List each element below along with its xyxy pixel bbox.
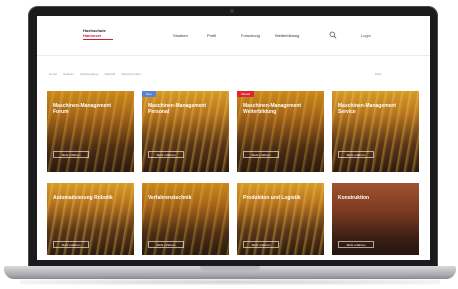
card-title: Maschinen-Management Forum bbox=[53, 103, 112, 115]
card-button[interactable]: Mehr erfahren bbox=[338, 241, 374, 248]
breadcrumb-item[interactable]: Studium bbox=[63, 72, 74, 76]
program-card[interactable]: Verfahrenstechnik Mehr erfahren bbox=[142, 183, 229, 255]
laptop-shadow bbox=[20, 279, 440, 285]
breadcrumb-item: Maschinenbau bbox=[121, 72, 141, 76]
nav-item-forschung[interactable]: Forschung bbox=[241, 33, 275, 38]
nav-item-studium[interactable]: Studium bbox=[173, 33, 207, 38]
search-icon[interactable] bbox=[329, 31, 337, 39]
breadcrumb-item[interactable]: Fakultät bbox=[105, 72, 116, 76]
nav-item-profil[interactable]: Profil bbox=[207, 33, 241, 38]
program-card[interactable]: Konstruktion Mehr erfahren bbox=[332, 183, 419, 255]
card-button[interactable]: Mehr erfahren bbox=[243, 151, 279, 158]
card-badge: Aktuell bbox=[237, 91, 255, 97]
card-badge: Neu bbox=[142, 91, 156, 97]
program-card[interactable]: Automatisierung Robotik Mehr erfahren bbox=[47, 183, 134, 255]
card-button[interactable]: Mehr erfahren bbox=[338, 151, 374, 158]
program-card[interactable]: Aktuell Maschinen-Management Weiterbildu… bbox=[237, 91, 324, 172]
card-title: Automatisierung Robotik bbox=[53, 195, 113, 201]
program-card[interactable]: Produktion und Logistik Mehr erfahren bbox=[237, 183, 324, 255]
card-title: Produktion und Logistik bbox=[243, 195, 301, 201]
breadcrumb-item[interactable]: Studiengänge bbox=[80, 72, 99, 76]
filter-link[interactable]: Filter bbox=[375, 72, 382, 76]
card-button[interactable]: Mehr erfahren bbox=[53, 241, 89, 248]
laptop-base bbox=[4, 266, 456, 279]
card-title: Verfahrenstechnik bbox=[148, 195, 192, 201]
program-card[interactable]: Maschinen-Management Service Mehr erfahr… bbox=[332, 91, 419, 172]
logo-line2: Hannover bbox=[83, 33, 102, 38]
card-title: Konstruktion bbox=[338, 195, 370, 201]
card-button[interactable]: Mehr erfahren bbox=[148, 151, 184, 158]
card-title: Maschinen-Management Personal bbox=[148, 103, 207, 115]
card-button[interactable]: Mehr erfahren bbox=[243, 241, 279, 248]
card-title: Maschinen-Management Service bbox=[338, 103, 397, 115]
site-logo[interactable]: Hochschule Hannover bbox=[83, 28, 123, 44]
site-header: Hochschule Hannover Studium Profil Forsc… bbox=[37, 16, 430, 56]
breadcrumb: Home Studium Studiengänge Fakultät Masch… bbox=[49, 72, 141, 76]
screen: Hochschule Hannover Studium Profil Forsc… bbox=[37, 16, 430, 260]
breadcrumb-item[interactable]: Home bbox=[49, 72, 57, 76]
login-link[interactable]: Login bbox=[361, 33, 371, 38]
laptop-notch bbox=[200, 266, 260, 271]
nav-item-weiterbildung[interactable]: Weiterbildung bbox=[275, 33, 309, 38]
program-card[interactable]: Neu Maschinen-Management Personal Mehr e… bbox=[142, 91, 229, 172]
card-button[interactable]: Mehr erfahren bbox=[53, 151, 89, 158]
camera-icon bbox=[230, 9, 234, 13]
logo-accent-bar bbox=[83, 39, 113, 40]
card-button[interactable]: Mehr erfahren bbox=[148, 241, 184, 248]
card-title: Maschinen-Management Weiterbildung bbox=[243, 103, 302, 115]
main-nav: Studium Profil Forschung Weiterbildung bbox=[173, 33, 309, 38]
program-card[interactable]: Maschinen-Management Forum Mehr erfahren bbox=[47, 91, 134, 172]
